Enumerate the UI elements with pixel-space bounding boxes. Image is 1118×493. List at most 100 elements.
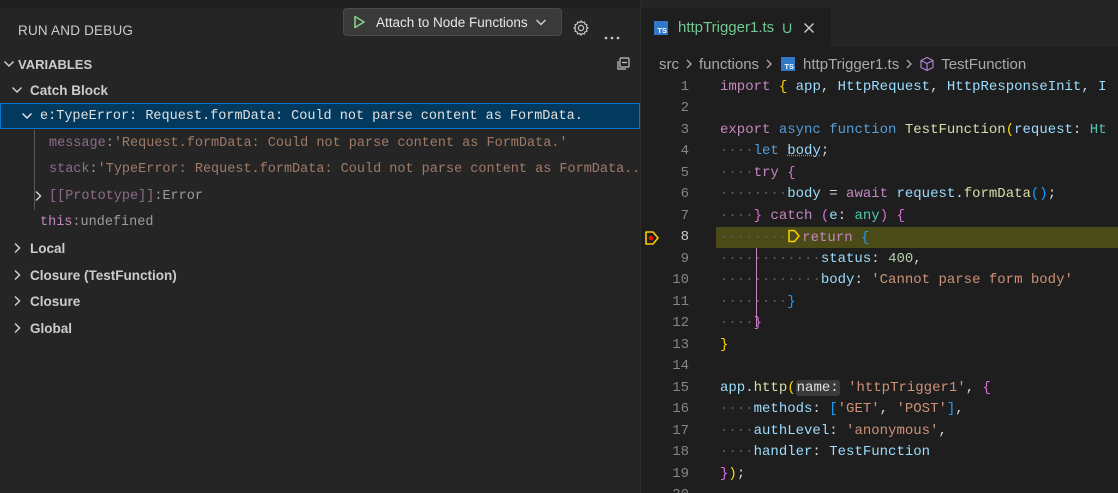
code-line[interactable]: 5 ····try { (641, 162, 1118, 184)
breadcrumb-item-src[interactable]: src (659, 56, 679, 73)
chevron-down-icon[interactable] (2, 57, 16, 71)
breadcrumb: src functions TS httpTrigger1.ts TestFun… (641, 52, 1118, 76)
code-text: app.http(name: 'httpTrigger1', { (720, 379, 991, 396)
code-line[interactable]: 14 (641, 356, 1118, 378)
code-line-current[interactable]: 8 ········ return { (641, 226, 1118, 248)
close-icon[interactable] (802, 21, 816, 35)
variable-name: stack (49, 161, 90, 177)
scope-label: Catch Block (30, 82, 109, 98)
scope-local[interactable]: Local (0, 235, 640, 261)
tab-label[interactable]: httpTrigger1.ts (678, 19, 774, 36)
line-number: 13 (672, 336, 689, 353)
line-number: 14 (672, 358, 689, 375)
variable-value: undefined (80, 214, 154, 230)
line-number: 17 (672, 422, 689, 439)
line-number: 4 (680, 143, 689, 160)
variable-value: 'TypeError: Request.formData: Could not … (97, 161, 640, 177)
chevron-right-icon (906, 59, 913, 69)
variable-row-prototype[interactable]: [[Prototype]]: Error (0, 183, 640, 209)
code-text: } (720, 336, 729, 353)
code-text: ····authLevel: 'anonymous', (720, 422, 947, 439)
variable-row-message[interactable]: message: 'Request.formData: Could not pa… (0, 130, 640, 156)
code-line[interactable]: 19 }); (641, 463, 1118, 485)
scope-closure[interactable]: Closure (0, 288, 640, 314)
separator: : (105, 135, 114, 151)
variable-row-stack[interactable]: stack: 'TypeError: Request.formData: Cou… (0, 156, 640, 182)
code-editor[interactable]: 1 import { app, HttpRequest, HttpRespons… (641, 76, 1118, 493)
chevron-right-icon[interactable] (10, 241, 24, 255)
scope-label: Closure (30, 293, 81, 309)
chevron-down-icon[interactable] (10, 83, 24, 97)
inline-breakpoint-icon[interactable] (787, 229, 801, 243)
scope-catch-block[interactable]: Catch Block (0, 77, 640, 103)
scope-closure-testfunction[interactable]: Closure (TestFunction) (0, 262, 640, 288)
breadcrumb-item-symbol[interactable]: TestFunction (941, 56, 1026, 73)
tab-httptrigger1[interactable]: TS httpTrigger1.ts U (641, 8, 831, 47)
variable-row-exception[interactable]: e: TypeError: Request.formData: Could no… (0, 103, 640, 129)
line-number: 7 (680, 207, 689, 224)
more-actions-icon[interactable] (604, 27, 620, 43)
debug-config-label[interactable]: Attach to Node Functions (376, 15, 528, 30)
code-line[interactable]: 9 ············status: 400, (641, 248, 1118, 270)
scope-label: Local (30, 240, 66, 256)
line-number: 15 (672, 379, 689, 396)
variable-row-this[interactable]: this: undefined (0, 209, 640, 235)
line-number: 19 (672, 465, 689, 482)
code-line[interactable]: 6 ········body = await request.formData(… (641, 184, 1118, 206)
code-text: ············body: 'Cannot parse form bod… (720, 272, 1073, 289)
chevron-down-icon[interactable] (534, 15, 548, 29)
variables-section-header[interactable]: VARIABLES (0, 52, 640, 76)
chevron-right-icon[interactable] (10, 268, 24, 282)
start-debugging-play-icon[interactable] (350, 13, 368, 31)
code-line[interactable]: 12 ····} (641, 313, 1118, 335)
run-and-debug-panel: RUN AND DEBUG Attach to Node Functions V… (0, 0, 641, 493)
code-line[interactable]: 17 ····authLevel: 'anonymous', (641, 420, 1118, 442)
tab-bar: TS httpTrigger1.ts U (641, 0, 1118, 47)
code-line[interactable]: 20 (641, 485, 1118, 493)
code-line[interactable]: 10 ············body: 'Cannot parse form … (641, 270, 1118, 292)
code-text: ········body = await request.formData(); (720, 186, 1057, 203)
line-number: 20 (641, 487, 689, 493)
debug-configuration-dropdown[interactable]: Attach to Node Functions (343, 8, 562, 36)
breadcrumb-item-functions[interactable]: functions (699, 56, 759, 73)
typescript-file-icon: TS (781, 57, 796, 71)
code-text: export async function TestFunction(reque… (720, 121, 1107, 138)
line-number: 1 (680, 78, 689, 95)
scope-global[interactable]: Global (0, 315, 640, 341)
code-text: ············status: 400, (720, 250, 922, 267)
separator: : (89, 161, 98, 177)
code-line[interactable]: 13 } (641, 334, 1118, 356)
untracked-badge: U (782, 19, 793, 36)
chevron-right-icon[interactable] (10, 294, 24, 308)
chevron-right-icon[interactable] (31, 189, 45, 203)
gear-icon[interactable] (572, 19, 590, 37)
code-text: ····} catch (e: any) { (720, 207, 905, 224)
chevron-right-icon[interactable] (10, 321, 24, 335)
symbol-method-icon (920, 56, 934, 72)
variables-title: VARIABLES (18, 56, 93, 72)
line-number: 18 (672, 444, 689, 461)
breadcrumb-item-file[interactable]: httpTrigger1.ts (803, 56, 899, 73)
code-line[interactable]: 15 app.http(name: 'httpTrigger1', { (641, 377, 1118, 399)
code-text: ····try { (720, 164, 796, 181)
chevron-down-icon[interactable] (20, 109, 34, 123)
code-line[interactable]: 11 ········} (641, 291, 1118, 313)
variable-name: this (40, 214, 73, 230)
code-line[interactable]: 3 export async function TestFunction(req… (641, 119, 1118, 141)
code-text: ········} (720, 293, 796, 310)
chevron-right-icon (766, 59, 772, 69)
variable-value: 'Request.formData: Could not parse conte… (113, 135, 568, 151)
code-line[interactable]: 7 ····} catch (e: any) { (641, 205, 1118, 227)
code-line[interactable]: 1 import { app, HttpRequest, HttpRespons… (641, 76, 1118, 98)
line-number: 9 (680, 250, 689, 267)
code-line[interactable]: 18 ····handler: TestFunction (641, 442, 1118, 464)
line-number: 8 (680, 229, 689, 246)
code-line[interactable]: 16 ····methods: ['GET', 'POST'], (641, 399, 1118, 421)
code-line[interactable]: 2 (641, 98, 1118, 120)
scope-label: Closure (TestFunction) (30, 267, 177, 283)
code-text: ····methods: ['GET', 'POST'], (720, 401, 964, 418)
code-text: }); (720, 465, 746, 482)
code-line[interactable]: 4 ····let body; (641, 141, 1118, 163)
collapse-all-icon[interactable] (615, 56, 631, 72)
line-number: 11 (672, 293, 689, 310)
